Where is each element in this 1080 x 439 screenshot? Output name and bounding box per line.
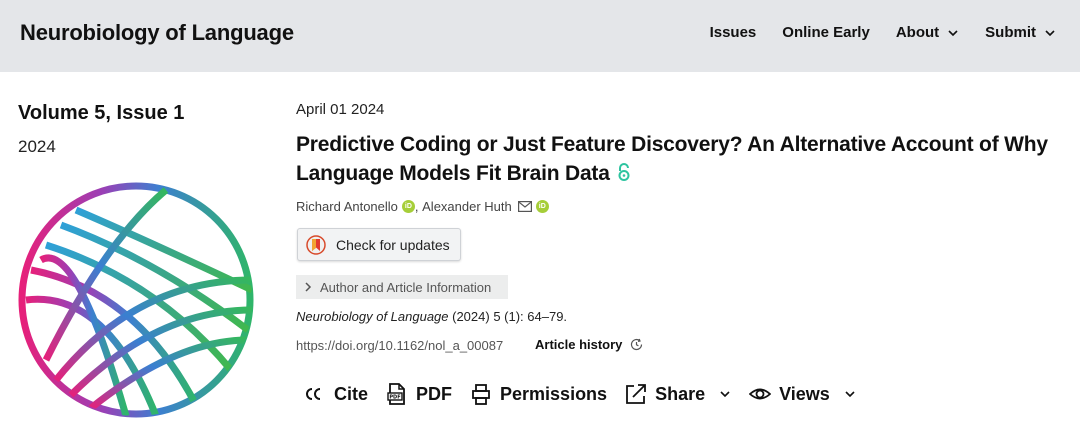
svg-text:PDF: PDF	[389, 395, 400, 401]
history-clock-icon	[631, 338, 643, 351]
nav-about[interactable]: About	[896, 24, 959, 41]
eye-icon	[749, 388, 772, 400]
article-toolbar: Cite PDF PDF Permissions Share Views	[304, 383, 874, 405]
publication-date: April 01 2024	[296, 101, 385, 118]
share-button[interactable]: Share	[625, 383, 731, 405]
pdf-button[interactable]: PDF PDF	[386, 383, 452, 405]
author-article-info-toggle[interactable]: Author and Article Information	[296, 275, 508, 299]
open-access-lock-icon	[618, 163, 630, 181]
main-nav: Issues Online Early About Submit	[710, 24, 1056, 41]
journal-name: Neurobiology of Language	[296, 309, 449, 324]
envelope-icon[interactable]	[517, 201, 532, 212]
author-article-info-label: Author and Article Information	[320, 279, 492, 295]
nav-about-label: About	[895, 24, 940, 41]
orcid-icon[interactable]: iD	[401, 200, 415, 213]
author-name[interactable]: Alexander Huth	[422, 199, 512, 214]
citation-line: Neurobiology of Language (2024) 5 (1): 6…	[296, 309, 567, 324]
cite-button[interactable]: Cite	[304, 383, 368, 405]
journal-cover-image[interactable]	[16, 180, 256, 420]
chevron-down-icon	[1045, 29, 1055, 36]
article-history-button[interactable]: Article history	[535, 337, 643, 352]
views-label: Views	[779, 383, 830, 404]
nav-online-early-label: Online Early	[782, 24, 870, 41]
issue-year: 2024	[18, 137, 56, 156]
orcid-icon[interactable]: iD	[535, 200, 549, 213]
chevron-right-icon	[305, 282, 312, 292]
nav-submit-label: Submit	[985, 24, 1036, 41]
pdf-icon: PDF	[387, 383, 405, 405]
site-header: Neurobiology of Language Issues Online E…	[0, 0, 1080, 72]
cite-label: Cite	[334, 383, 369, 404]
pdf-label: PDF	[416, 383, 453, 404]
chevron-down-icon	[845, 391, 855, 398]
nav-submit[interactable]: Submit	[985, 24, 1056, 41]
chevron-down-icon	[948, 29, 958, 36]
issue-volume[interactable]: Volume 5, Issue 1	[18, 102, 184, 125]
article-title: Predictive Coding or Just Feature Discov…	[296, 130, 1066, 188]
citation-details: (2024) 5 (1): 64–79.	[448, 309, 568, 324]
share-icon	[626, 384, 646, 404]
nav-online-early[interactable]: Online Early	[782, 24, 870, 41]
crossmark-icon	[306, 234, 326, 255]
check-for-updates-label: Check for updates	[336, 236, 450, 253]
share-label: Share	[655, 383, 706, 404]
check-for-updates-button[interactable]: Check for updates	[297, 228, 461, 261]
permissions-button[interactable]: Permissions	[470, 383, 607, 405]
author-list: Richard Antonello iD , Alexander Huth iD	[296, 199, 549, 214]
chevron-down-icon	[720, 391, 730, 398]
permissions-label: Permissions	[500, 383, 608, 404]
site-logo[interactable]: Neurobiology of Language	[20, 20, 294, 46]
article-title-text: Predictive Coding or Just Feature Discov…	[296, 133, 1048, 185]
permissions-icon	[472, 384, 490, 405]
nav-issues-label: Issues	[709, 24, 757, 41]
article-history-label: Article history	[535, 337, 623, 352]
author-name[interactable]: Richard Antonello	[296, 199, 398, 214]
quote-icon	[306, 388, 321, 400]
nav-issues[interactable]: Issues	[710, 24, 757, 41]
author-separator: ,	[414, 199, 423, 214]
views-button[interactable]: Views	[749, 383, 856, 405]
doi-link[interactable]: https://doi.org/10.1162/nol_a_00087	[296, 338, 503, 353]
